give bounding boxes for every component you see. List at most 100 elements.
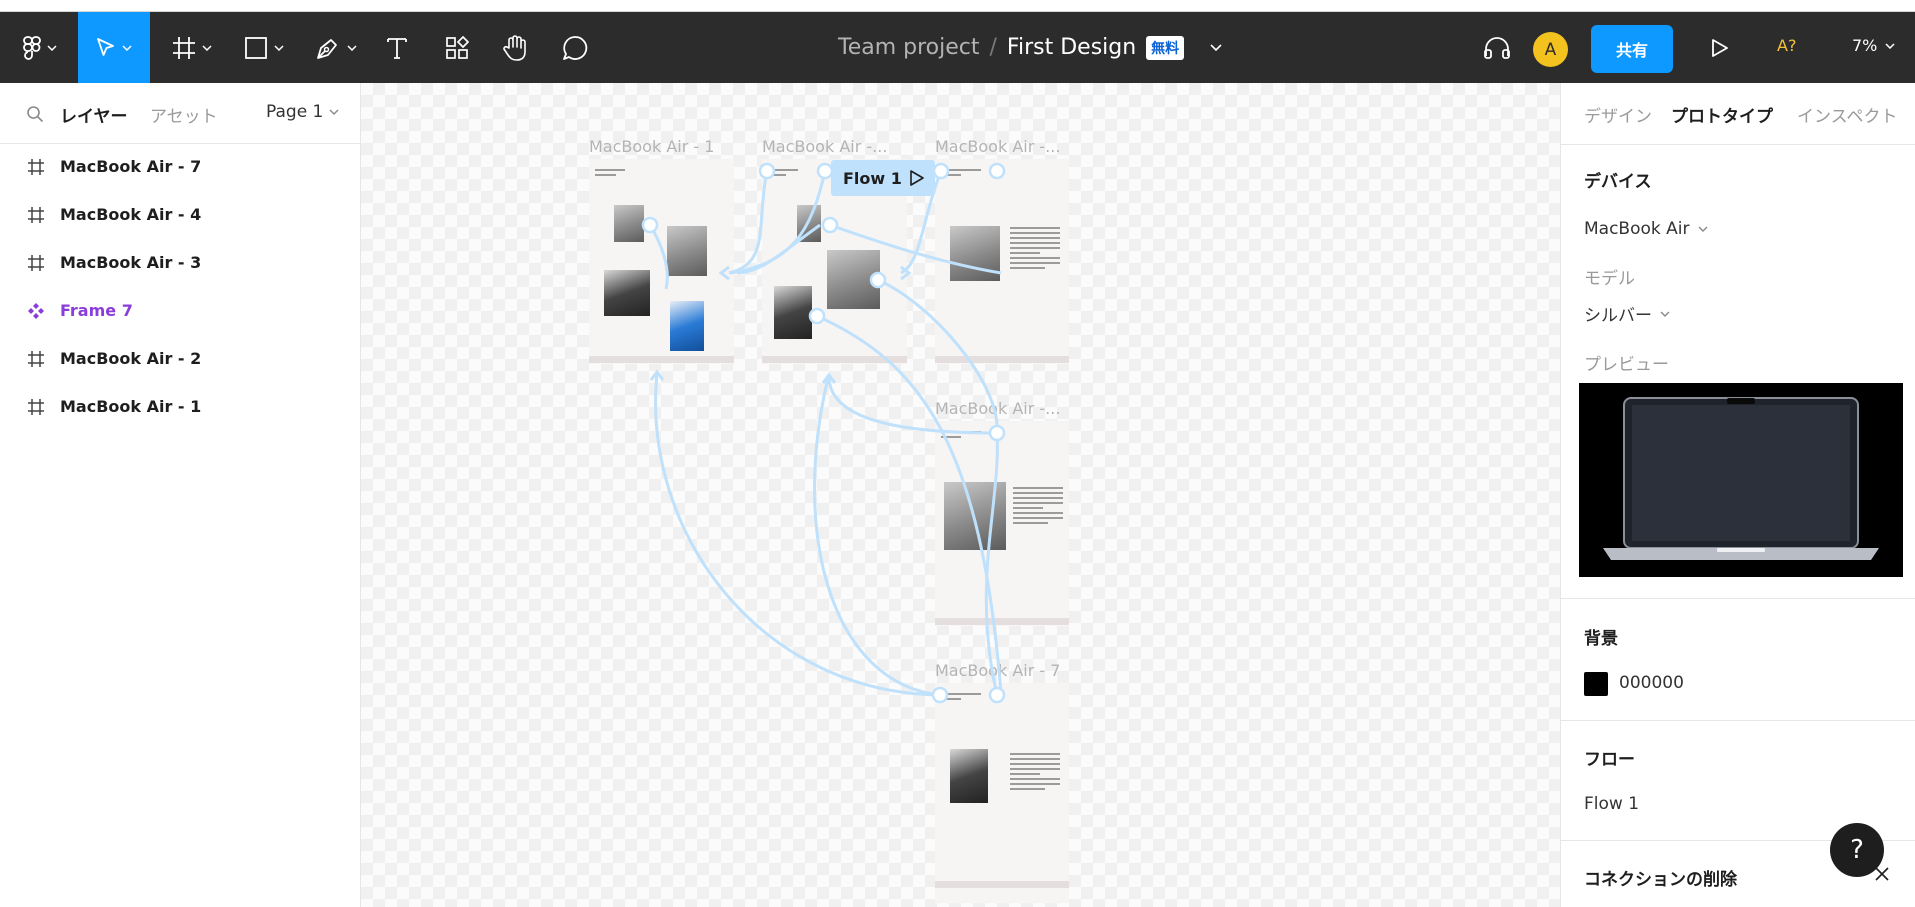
connection-node [758, 162, 776, 180]
flow-starting-point[interactable]: Flow 1 [831, 160, 935, 196]
layers-panel: レイヤー アセット Page 1 MacBook Air - 7 MacBook… [0, 83, 361, 907]
layer-label: MacBook Air - 2 [60, 349, 202, 368]
layer-item-component[interactable]: Frame 7 [0, 288, 361, 336]
layer-label: MacBook Air - 3 [60, 253, 202, 272]
frame-icon [173, 36, 195, 59]
connection-node [808, 307, 826, 325]
search-icon[interactable] [26, 105, 44, 123]
left-panel-tabs: レイヤー アセット Page 1 [0, 83, 361, 144]
connection-node [988, 686, 1006, 704]
frame-icon [28, 351, 44, 367]
design-canvas[interactable]: MacBook Air - 1 MacBook Air -... MacBook… [361, 83, 1560, 907]
zoom-level: 7% [1852, 36, 1878, 55]
chevron-down-icon [122, 44, 132, 51]
layer-label: MacBook Air - 1 [60, 397, 202, 416]
comment-tool-button[interactable] [560, 12, 590, 83]
figma-menu-icon [23, 35, 41, 60]
play-flow-icon[interactable] [909, 170, 925, 186]
pen-icon [317, 38, 337, 59]
connection-node [821, 216, 839, 234]
chevron-down-icon [202, 44, 212, 51]
tab-design[interactable]: デザイン [1584, 102, 1652, 127]
background-color-swatch[interactable] [1584, 672, 1608, 696]
audio-button[interactable] [1481, 12, 1513, 83]
chevron-down-icon [347, 44, 357, 51]
file-menu-chevron-icon[interactable] [1210, 43, 1222, 52]
user-avatar[interactable]: A [1533, 32, 1568, 67]
layer-item[interactable]: MacBook Air - 4 [0, 192, 361, 240]
hand-tool-button[interactable] [500, 12, 532, 83]
properties-panel: デザイン プロトタイプ インスペクト デバイス MacBook Air モデル … [1560, 83, 1915, 907]
device-select[interactable]: MacBook Air [1584, 219, 1708, 239]
connection-node [932, 162, 950, 180]
text-icon [387, 37, 407, 59]
layer-item[interactable]: MacBook Air - 1 [0, 384, 361, 432]
layer-item[interactable]: MacBook Air - 7 [0, 144, 361, 192]
project-name[interactable]: Team project [838, 35, 980, 60]
divider [1561, 144, 1915, 145]
device-value: MacBook Air [1584, 219, 1690, 239]
connection-line [813, 377, 941, 697]
tab-layers[interactable]: レイヤー [60, 102, 128, 127]
text-tool-button[interactable] [382, 12, 412, 83]
right-panel-tabs: デザイン プロトタイプ インスペクト [1561, 83, 1915, 144]
share-button[interactable]: 共有 [1591, 25, 1673, 73]
hand-icon [503, 34, 526, 61]
pen-tool-button[interactable] [310, 12, 362, 83]
frame-icon [28, 159, 44, 175]
frame-tool-button[interactable] [166, 12, 218, 83]
layer-label: MacBook Air - 4 [60, 205, 202, 224]
move-icon [97, 37, 114, 56]
layer-item[interactable]: MacBook Air - 2 [0, 336, 361, 384]
frame-icon [28, 399, 44, 415]
connection-node [931, 686, 949, 704]
connection-line [829, 223, 1002, 275]
connection-line [736, 223, 821, 275]
divider [1561, 720, 1915, 721]
arrow-head [718, 265, 730, 281]
shape-tool-button[interactable] [238, 12, 290, 83]
flow-list-item[interactable]: Flow 1 [1584, 794, 1639, 814]
page-selector[interactable]: Page 1 [266, 102, 339, 122]
close-icon[interactable] [1874, 866, 1890, 882]
file-name[interactable]: First Design [1007, 35, 1136, 60]
device-preview [1579, 383, 1903, 577]
resources-button[interactable] [442, 12, 472, 83]
chevron-down-icon [1660, 311, 1670, 317]
device-heading: デバイス [1584, 172, 1652, 192]
background-hex[interactable]: 000000 [1619, 673, 1684, 693]
connection-node [641, 216, 659, 234]
main-menu-button[interactable] [14, 12, 66, 83]
background-heading: 背景 [1584, 629, 1618, 649]
headphones-icon [1484, 36, 1510, 59]
model-select[interactable]: シルバー [1584, 301, 1670, 326]
macbook-preview-image [1603, 397, 1879, 560]
layer-item[interactable]: MacBook Air - 3 [0, 240, 361, 288]
connection-node [988, 424, 1006, 442]
tab-inspect[interactable]: インスペクト [1797, 102, 1897, 127]
prototype-connections [641, 162, 1006, 704]
zoom-menu[interactable]: 7% [1852, 36, 1895, 55]
comment-icon [563, 35, 588, 60]
move-tool-button[interactable] [78, 12, 150, 83]
layer-label: MacBook Air - 7 [60, 157, 202, 176]
connection-line [728, 170, 769, 275]
chevron-down-icon [1698, 226, 1707, 232]
frame-icon [28, 255, 44, 271]
ai-font-check[interactable]: A? [1777, 36, 1796, 55]
plan-badge: 無料 [1146, 35, 1185, 60]
browser-top-strip [0, 0, 1915, 12]
connection-line [654, 372, 941, 697]
present-button[interactable] [1705, 12, 1735, 83]
chevron-down-icon [329, 109, 339, 115]
connection-node [816, 162, 834, 180]
title-separator: / [989, 35, 997, 60]
tab-assets[interactable]: アセット [150, 102, 218, 127]
component-icon [28, 303, 44, 319]
tab-prototype[interactable]: プロトタイプ [1671, 102, 1773, 127]
preview-label: プレビュー [1584, 355, 1669, 375]
model-label: モデル [1584, 269, 1635, 289]
chevron-down-icon [1885, 42, 1895, 49]
flow-tag-label: Flow 1 [843, 168, 902, 188]
connection-line [877, 278, 999, 434]
